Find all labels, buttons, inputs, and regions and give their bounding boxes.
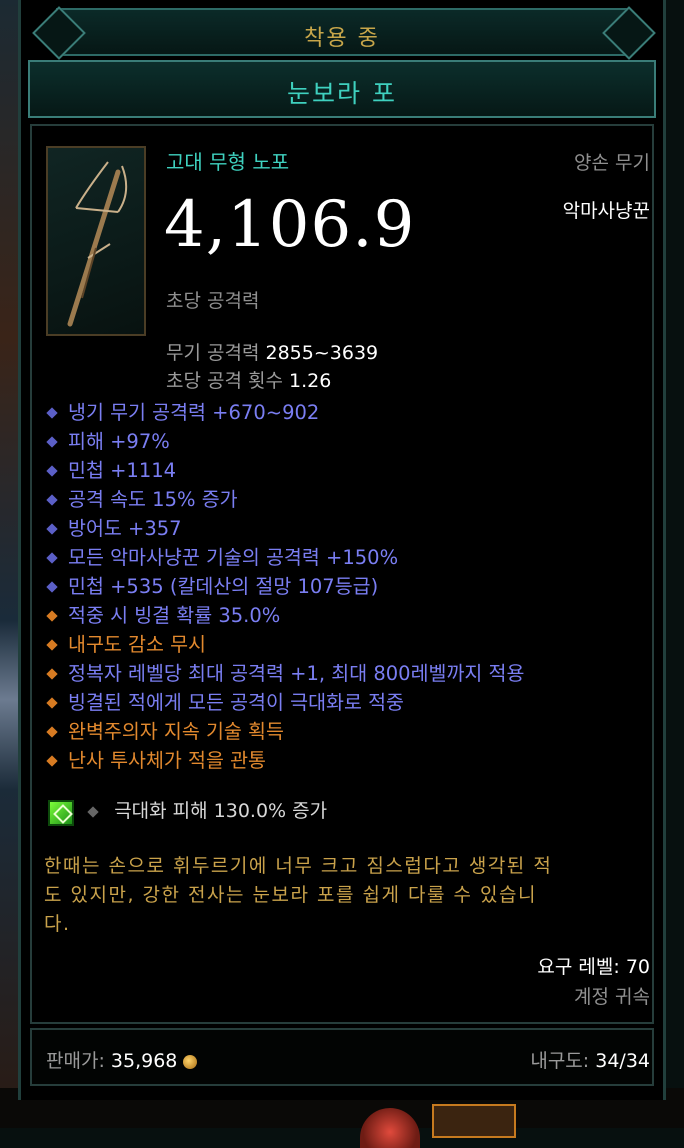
diamond-bullet-icon: [46, 522, 58, 535]
durability-label: 내구도:: [530, 1050, 590, 1072]
flavor-line: 도 있지만, 강한 전사는 눈보라 포를 쉽게 다룰 수 있습니: [44, 884, 537, 906]
affix-text: 빙결된 적에게 모든 공격이 극대화로 적중: [68, 691, 404, 714]
affix-item: 완벽주의자 지속 기술 획득: [44, 717, 524, 746]
equipped-header: 착용 중: [56, 8, 628, 56]
item-slot: 양손 무기: [574, 152, 650, 174]
diamond-bullet-icon: [46, 609, 58, 622]
hud-skill-slot: [432, 1104, 516, 1138]
sell-price-value: 35,968: [110, 1050, 178, 1072]
affix-item: 민첩 +535 (칼데산의 절망 107등급): [44, 572, 524, 601]
affix-text: 냉기 무기 공격력 +670~902: [68, 401, 320, 424]
gold-coin-icon: [183, 1054, 198, 1069]
affix-text: 피해 +97%: [68, 430, 170, 453]
required-level-label: 요구 레벨:: [537, 956, 620, 978]
attack-speed-line: 초당 공격 횟수 1.26: [166, 366, 331, 393]
diamond-bullet-icon: [46, 754, 58, 767]
class-restriction: 악마사냥꾼: [562, 200, 650, 222]
diamond-bullet-icon: [46, 435, 58, 448]
affix-item: 모든 악마사냥꾼 기술의 공격력 +150%: [44, 543, 524, 572]
weapon-damage-line: 무기 공격력 2855~3639: [166, 338, 378, 365]
diamond-bullet-icon: [46, 725, 58, 738]
required-level: 요구 레벨: 70: [537, 952, 650, 979]
socket-row: 극대화 피해 130.0% 증가: [48, 796, 327, 826]
affix-item: 공격 속도 15% 증가: [44, 485, 524, 514]
affix-item: 난사 투사체가 적을 관통: [44, 746, 524, 775]
affix-text: 완벽주의자 지속 기술 획득: [68, 720, 284, 743]
affix-item: 정복자 레벨당 최대 공격력 +1, 최대 800레벨까지 적용: [44, 659, 524, 688]
diamond-bullet-icon: [46, 580, 58, 593]
item-name: 눈보라 포: [287, 79, 397, 108]
green-gem-icon: [48, 799, 74, 826]
account-bound: 계정 귀속: [574, 986, 650, 1008]
affix-item: 피해 +97%: [44, 427, 524, 456]
affix-text: 민첩 +1114: [68, 459, 177, 482]
sell-price: 판매가: 35,968: [46, 1046, 198, 1073]
affix-text: 모든 악마사냥꾼 기술의 공격력 +150%: [68, 546, 399, 569]
item-portrait: [46, 146, 146, 336]
dps-value: 4,106.9: [164, 188, 416, 262]
weapon-damage-label: 무기 공격력: [166, 342, 260, 364]
diamond-bullet-icon: [46, 667, 58, 680]
affix-item: 빙결된 적에게 모든 공격이 극대화로 적중: [44, 688, 524, 717]
diamond-bullet-icon: [46, 638, 58, 651]
equipped-label: 착용 중: [304, 26, 380, 51]
diamond-bullet-icon: [46, 406, 58, 419]
item-name-header: 눈보라 포: [28, 60, 656, 118]
item-quality-type: 고대 무형 노포: [166, 150, 290, 174]
diamond-bullet-icon: [46, 464, 58, 477]
affix-text: 정복자 레벨당 최대 공격력 +1, 최대 800레벨까지 적용: [68, 662, 525, 685]
affix-list: 냉기 무기 공격력 +670~902 피해 +97% 민첩 +1114 공격 속…: [44, 398, 524, 775]
flavor-line: 다.: [44, 913, 71, 935]
diamond-bullet-icon: [46, 696, 58, 709]
affix-item: 방어도 +357: [44, 514, 524, 543]
flavor-text: 한때는 손으로 휘두르기에 너무 크고 짐스럽다고 생각된 적 도 있지만, 강…: [44, 852, 552, 939]
sell-price-label: 판매가:: [46, 1050, 105, 1072]
dps-label: 초당 공격력: [166, 290, 260, 312]
diamond-bullet-icon: [87, 805, 99, 818]
diamond-bullet-icon: [46, 493, 58, 506]
affix-item: 냉기 무기 공격력 +670~902: [44, 398, 524, 427]
attack-speed-value: 1.26: [289, 370, 332, 392]
affix-text: 내구도 감소 무시: [68, 633, 206, 656]
affix-item: 내구도 감소 무시: [44, 630, 524, 659]
durability: 내구도: 34/34: [530, 1046, 650, 1073]
affix-text: 적중 시 빙결 확률 35.0%: [68, 604, 281, 627]
socket-text: 극대화 피해 130.0% 증가: [114, 800, 328, 822]
diamond-bullet-icon: [46, 551, 58, 564]
affix-text: 난사 투사체가 적을 관통: [68, 749, 266, 772]
attack-speed-label: 초당 공격 횟수: [166, 370, 283, 392]
durability-value: 34/34: [595, 1050, 650, 1072]
affix-text: 공격 속도 15% 증가: [68, 488, 238, 511]
weapon-damage-value: 2855~3639: [265, 342, 379, 364]
affix-item: 민첩 +1114: [44, 456, 524, 485]
affix-text: 방어도 +357: [68, 517, 182, 540]
flavor-line: 한때는 손으로 휘두르기에 너무 크고 짐스럽다고 생각된 적: [44, 855, 553, 877]
affix-text: 민첩 +535 (칼데산의 절망 107등급): [68, 575, 379, 598]
affix-item: 적중 시 빙결 확률 35.0%: [44, 601, 524, 630]
required-level-value: 70: [625, 956, 650, 978]
crossbow-icon: [67, 161, 128, 327]
